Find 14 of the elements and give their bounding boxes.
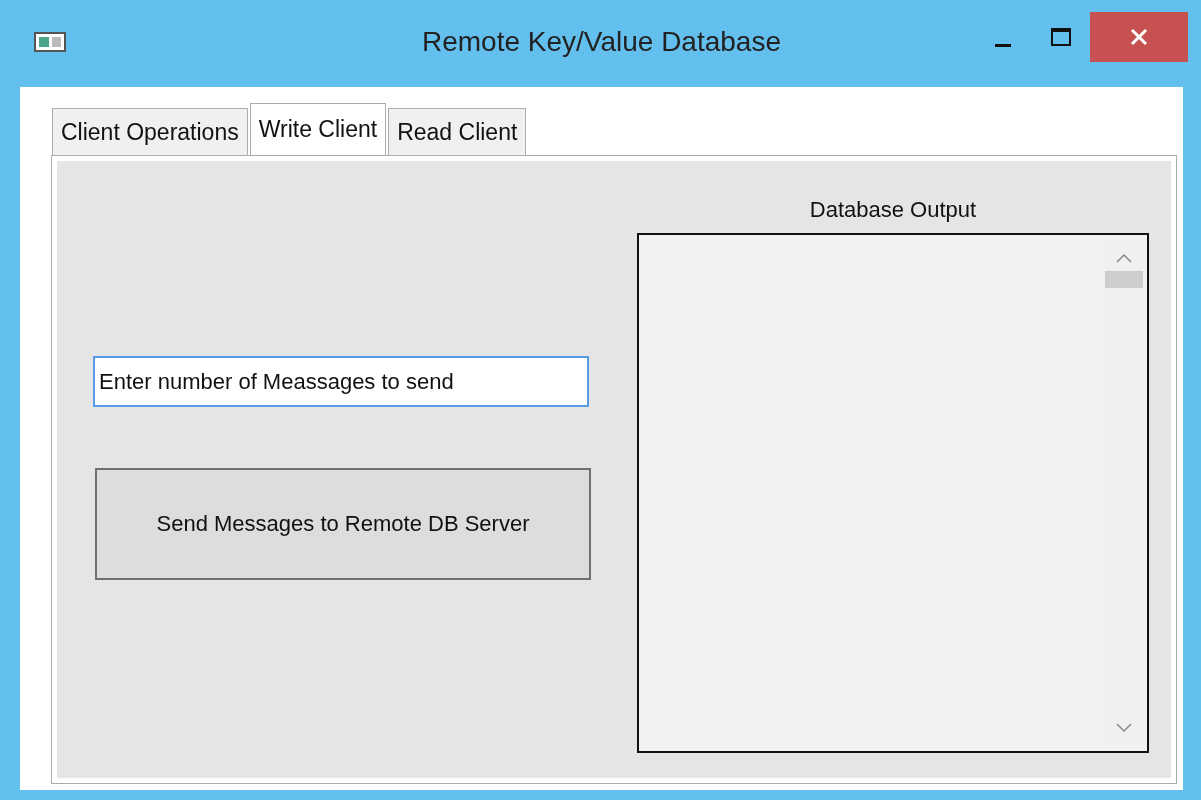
window-icon: [34, 32, 66, 52]
tab[interactable]: Client Operations: [52, 108, 248, 155]
scroll-thumb[interactable]: [1105, 271, 1143, 288]
minimize-icon: [995, 43, 1011, 47]
send-button[interactable]: Send Messages to Remote DB Server: [95, 468, 591, 580]
window-title: Remote Key/Value Database: [422, 26, 781, 58]
close-icon: [1130, 28, 1148, 46]
maximize-icon: [1051, 28, 1071, 46]
message-count-field[interactable]: Enter number of Meassages to send: [93, 356, 589, 407]
scroll-down-icon[interactable]: [1116, 723, 1132, 733]
scroll-up-icon[interactable]: [1116, 253, 1132, 263]
tab[interactable]: Read Client: [388, 108, 527, 155]
tab[interactable]: Write Client: [249, 103, 387, 155]
output-label: Database Output: [809, 197, 977, 223]
